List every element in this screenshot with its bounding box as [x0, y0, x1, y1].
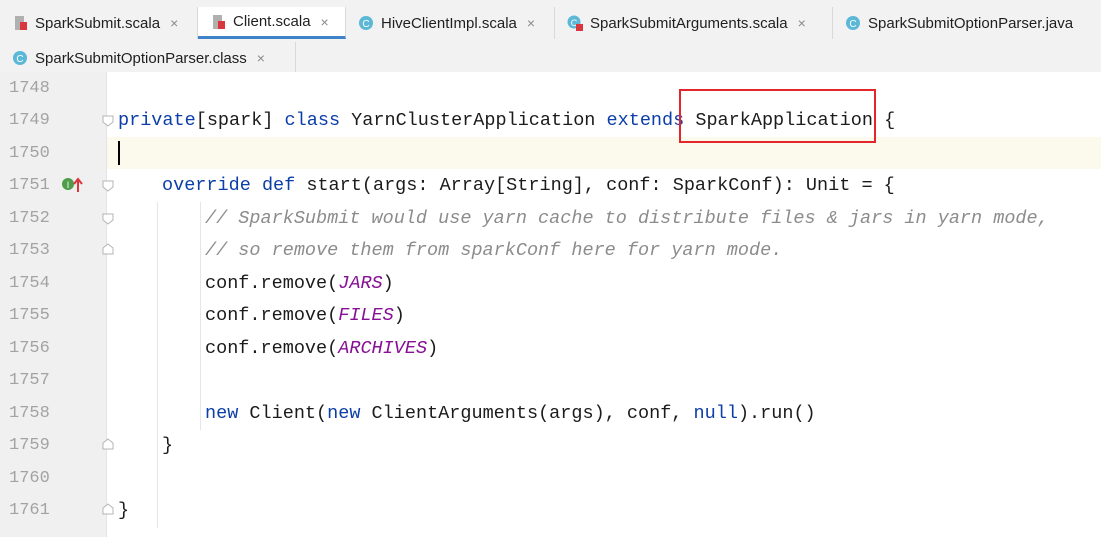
tab-client-scala[interactable]: Client.scala ×: [198, 7, 346, 39]
tab-label: SparkSubmitArguments.scala: [590, 14, 788, 32]
editor-tab-bar: SparkSubmit.scala × Client.scala × C Hiv…: [0, 0, 1101, 74]
tab-sparksubmitoptionparser-java[interactable]: C SparkSubmitOptionParser.java: [833, 7, 1101, 39]
line-number: 1759: [9, 436, 50, 455]
close-icon[interactable]: ×: [170, 15, 178, 31]
code-text: }: [118, 500, 130, 521]
scala-class-icon: C: [358, 15, 374, 31]
code-line-1761[interactable]: 1761 }: [0, 494, 1101, 526]
line-number: 1757: [9, 371, 50, 390]
code-line-1749[interactable]: 1749 private[spark] class YarnClusterApp…: [0, 104, 1101, 136]
svg-text:C: C: [362, 19, 369, 30]
code-text: conf.remove(FILES): [205, 305, 405, 326]
tab-row-2: C SparkSubmitOptionParser.class ×: [0, 42, 296, 74]
tab-label: HiveClientImpl.scala: [381, 14, 517, 32]
fold-start-icon[interactable]: [101, 114, 115, 128]
fold-end-icon[interactable]: [101, 502, 115, 516]
fold-end-icon[interactable]: [101, 437, 115, 451]
code-line-1751[interactable]: 1751 I override def start(args: Array[St…: [0, 169, 1101, 201]
code-line-1748[interactable]: 1748: [0, 72, 1101, 104]
close-icon[interactable]: ×: [321, 14, 329, 30]
line-number: 1754: [9, 274, 50, 293]
tab-sparksubmitoptionparser-class[interactable]: C SparkSubmitOptionParser.class ×: [0, 42, 296, 74]
line-number: 1758: [9, 404, 50, 423]
scala-file-icon: [210, 14, 226, 30]
line-number: 1753: [9, 241, 50, 260]
tab-sparksubmitarguments-scala[interactable]: C SparkSubmitArguments.scala ×: [555, 7, 833, 39]
code-editor[interactable]: 1748 1749 private[spark] class YarnClust…: [0, 72, 1101, 537]
code-text: new Client(new ClientArguments(args), co…: [205, 403, 816, 424]
line-number: 1752: [9, 209, 50, 228]
code-line-1759[interactable]: 1759 }: [0, 429, 1101, 461]
svg-text:I: I: [67, 180, 70, 190]
code-line-1757[interactable]: 1757: [0, 364, 1101, 396]
close-icon[interactable]: ×: [527, 15, 535, 31]
svg-text:C: C: [16, 54, 23, 65]
line-number: 1756: [9, 339, 50, 358]
tab-row-1: SparkSubmit.scala × Client.scala × C Hiv…: [0, 7, 1101, 39]
tab-label: SparkSubmit.scala: [35, 14, 161, 32]
annotation-highlight-box: [679, 89, 876, 143]
override-method-icon[interactable]: I: [60, 176, 84, 194]
code-comment: // SparkSubmit would use yarn cache to d…: [205, 208, 1049, 229]
scala-class-icon: C: [567, 15, 583, 31]
close-icon[interactable]: ×: [798, 15, 806, 31]
fold-start-icon[interactable]: [101, 212, 115, 226]
fold-end-icon[interactable]: [101, 242, 115, 256]
code-line-1754[interactable]: 1754 conf.remove(JARS): [0, 267, 1101, 299]
line-number: 1748: [9, 79, 50, 98]
tab-label: SparkSubmitOptionParser.class: [35, 49, 247, 67]
line-number: 1760: [9, 469, 50, 488]
code-text: }: [162, 435, 174, 456]
code-line-1758[interactable]: 1758 new Client(new ClientArguments(args…: [0, 397, 1101, 429]
code-text: conf.remove(JARS): [205, 273, 394, 294]
code-text: conf.remove(ARCHIVES): [205, 338, 439, 359]
code-line-1752[interactable]: 1752 // SparkSubmit would use yarn cache…: [0, 202, 1101, 234]
line-number: 1755: [9, 306, 50, 325]
code-text: override def start(args: Array[String], …: [162, 175, 895, 196]
java-class-icon: C: [845, 15, 861, 31]
scala-file-icon: [12, 15, 28, 31]
line-number: 1751: [9, 176, 50, 195]
code-line-1760[interactable]: 1760: [0, 462, 1101, 494]
code-line-1753[interactable]: 1753 // so remove them from sparkConf he…: [0, 234, 1101, 266]
tab-sparksubmit-scala[interactable]: SparkSubmit.scala ×: [0, 7, 198, 39]
line-number: 1749: [9, 111, 50, 130]
code-line-1750[interactable]: 1750: [0, 137, 1101, 169]
tab-label: SparkSubmitOptionParser.java: [868, 14, 1074, 32]
class-file-icon: C: [12, 50, 28, 66]
tab-hiveclientimpl-scala[interactable]: C HiveClientImpl.scala ×: [346, 7, 555, 39]
fold-start-icon[interactable]: [101, 179, 115, 193]
line-number: 1761: [9, 501, 50, 520]
code-line-1755[interactable]: 1755 conf.remove(FILES): [0, 299, 1101, 331]
code-line-1756[interactable]: 1756 conf.remove(ARCHIVES): [0, 332, 1101, 364]
line-number: 1750: [9, 144, 50, 163]
close-icon[interactable]: ×: [257, 50, 265, 66]
tab-label: Client.scala: [233, 13, 311, 30]
svg-text:C: C: [849, 19, 856, 30]
code-comment: // so remove them from sparkConf here fo…: [205, 240, 783, 261]
